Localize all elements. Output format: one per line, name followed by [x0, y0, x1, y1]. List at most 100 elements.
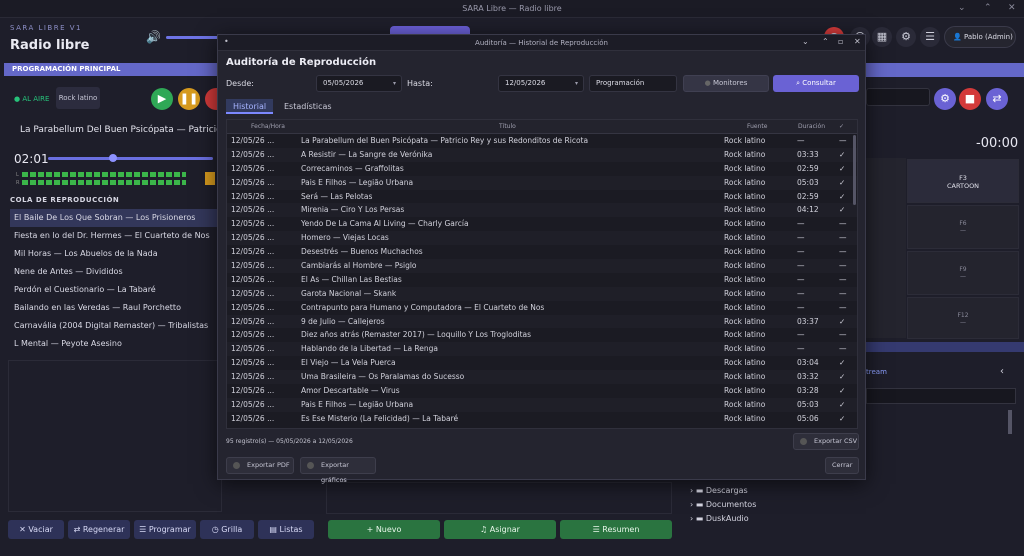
queue-item[interactable]: Perdón el Cuestionario — La Tabaré: [10, 281, 222, 299]
table-row[interactable]: 12/05/26 ... Contrapunto para Humano y Co…: [227, 301, 857, 315]
clear-button[interactable]: ✕ Vaciar: [8, 520, 64, 539]
table-row[interactable]: 12/05/26 ... Será — Las Pelotas Rock latin…: [227, 190, 857, 204]
table-row[interactable]: 12/05/26 ... Desestrés — Buenos Muchachos…: [227, 245, 857, 259]
dialog-close-icon[interactable]: ✕: [854, 37, 861, 46]
gear-icon[interactable]: ⚙: [896, 27, 916, 47]
table-row[interactable]: 12/05/26 ... Pais E Filhos — Legião Urban…: [227, 175, 857, 190]
assign-button[interactable]: ♫ Asignar: [444, 520, 556, 539]
query-button[interactable]: ⌕ Consultar: [773, 75, 859, 92]
queue-item[interactable]: Nene de Antes — Divididos: [10, 263, 222, 281]
volume-icon[interactable]: 🔊: [146, 30, 161, 44]
queue-item[interactable]: Mil Horas — Los Abuelos de la Nada: [10, 245, 222, 263]
queue-item[interactable]: El Baile De Los Que Sobran — Los Prision…: [10, 209, 222, 227]
stop-button[interactable]: [205, 88, 217, 110]
export-graphs-button[interactable]: Exportar gráficos: [300, 457, 376, 484]
cell-source: Rock latino: [724, 233, 766, 243]
cell-datetime: 12/05/26 ...: [231, 386, 275, 396]
col-title[interactable]: Título: [499, 120, 516, 134]
cell-duration: —: [797, 330, 805, 340]
summary-button[interactable]: ☰ Resumen: [560, 520, 672, 539]
dialog-maximize-icon[interactable]: ▫: [838, 37, 843, 46]
schedule-button[interactable]: ☰ Programar: [134, 520, 196, 539]
queue-item[interactable]: Carnavália (2004 Digital Remaster) — Tri…: [10, 317, 222, 335]
new-button[interactable]: + Nuevo: [328, 520, 440, 539]
genre-badge[interactable]: Rock latino: [56, 87, 100, 109]
table-row[interactable]: 12/05/26 ... El As — Chillan Las Bestias R…: [227, 273, 857, 287]
fkey-f6[interactable]: F6—: [907, 205, 1019, 249]
stop-right-button[interactable]: ■: [959, 88, 981, 110]
table-row[interactable]: 12/05/26 ... Garota Nacional — Skank Rock …: [227, 286, 857, 301]
volume-slider[interactable]: [166, 36, 218, 39]
queue-item[interactable]: L Mental — Peyote Asesino: [10, 335, 222, 353]
export-pdf-button[interactable]: Exportar PDF: [226, 457, 294, 474]
monitors-toggle[interactable]: ● Monitores: [683, 75, 769, 92]
regenerate-button[interactable]: ⇄ Regenerar: [68, 520, 130, 539]
maximize-icon[interactable]: ⌃: [984, 3, 992, 13]
right-section-bar: [866, 63, 1024, 77]
chevron-left-icon[interactable]: ‹: [1000, 366, 1004, 377]
table-row[interactable]: 12/05/26 ... Diez años atrás (Remaster 20…: [227, 328, 857, 342]
col-duration[interactable]: Duración: [798, 120, 825, 134]
queue-item[interactable]: Bailando en las Veredas — Raul Porchetto: [10, 299, 222, 317]
tree-item-documents[interactable]: › ▬ Documentos: [690, 500, 756, 509]
user-menu[interactable]: 👤 Pablo (Admin): [944, 26, 1016, 48]
table-scrollbar[interactable]: [853, 135, 856, 205]
table-row[interactable]: 12/05/26 ... A Resistir — La Sangre de Ve…: [227, 147, 857, 162]
dialog-restore-icon[interactable]: ⌃: [822, 37, 829, 46]
table-row[interactable]: 12/05/26 ... Cambiarás al Hombre — Psiglo…: [227, 259, 857, 273]
play-button[interactable]: ▶: [151, 88, 173, 110]
queue-item[interactable]: Fiesta en lo del Dr. Hermes — El Cuartet…: [10, 227, 222, 245]
close-button[interactable]: Cerrar: [825, 457, 859, 474]
cell-duration: 05:03: [797, 399, 819, 409]
table-row[interactable]: 12/05/26 ... Es Ese Misterio (La Felicida…: [227, 412, 857, 426]
swap-button[interactable]: ⇄: [986, 88, 1008, 110]
fkey-f3[interactable]: F3 CARTOON: [907, 159, 1019, 203]
from-date-field[interactable]: 05/05/2026 ▾: [316, 75, 402, 92]
minimize-icon[interactable]: ⌄: [958, 3, 966, 13]
tree-item-downloads[interactable]: › ▬ Descargas: [690, 486, 748, 495]
col-datetime[interactable]: Fecha/Hora: [251, 120, 285, 134]
table-row[interactable]: 12/05/26 ... 9 de Julio — Callejeros Rock …: [227, 314, 857, 329]
table-row[interactable]: 12/05/26 ... Hablando de la Libertad — La…: [227, 342, 857, 357]
right-search-field[interactable]: [866, 88, 930, 106]
tree-item-duskaudio[interactable]: › ▬ DuskAudio: [690, 514, 749, 523]
fkey-f12[interactable]: F12—: [907, 297, 1019, 339]
table-row[interactable]: 12/05/26 ... La Parabellum del Buen Psicó…: [227, 134, 857, 148]
table-row[interactable]: 12/05/26 ... El Viejo — La Vela Puerca Roc…: [227, 356, 857, 370]
lists-button[interactable]: ▤ Listas: [258, 520, 314, 539]
pause-button[interactable]: ❚❚: [178, 88, 200, 110]
table-row[interactable]: 12/05/26 ... Mirenia — Ciro Y Los Persas R…: [227, 203, 857, 218]
table-row[interactable]: 12/05/26 ... Yendo De La Cama Al Living —…: [227, 217, 857, 231]
col-check[interactable]: ✓: [839, 120, 844, 134]
table-row[interactable]: 12/05/26 ... Uma Brasileira — Os Paralama…: [227, 370, 857, 385]
cell-title: Uma Brasileira — Os Paralamas do Sucesso: [301, 372, 465, 382]
fkey-f6-key: F6: [959, 220, 967, 227]
grid-icon[interactable]: ▦: [872, 27, 892, 47]
tab-statistics[interactable]: Estadísticas: [277, 99, 339, 114]
fkey-f9[interactable]: F9—: [907, 251, 1019, 295]
right-scrollbar[interactable]: [1008, 410, 1012, 434]
auto-button[interactable]: ⚙: [934, 88, 956, 110]
log-icon[interactable]: ☰: [920, 27, 940, 47]
cell-duration: 03:32: [797, 372, 819, 382]
to-date-field[interactable]: 12/05/2026 ▾: [498, 75, 584, 92]
dialog-menu-icon[interactable]: •: [224, 37, 229, 46]
cell-title: Contrapunto para Humano y Computadora — …: [301, 302, 545, 312]
table-row[interactable]: 12/05/26 ... Pais E Filhos — Legião Urban…: [227, 397, 857, 412]
progress-handle[interactable]: [109, 154, 117, 162]
stream-tab[interactable]: tream: [866, 364, 896, 380]
tab-history[interactable]: Historial: [226, 99, 274, 114]
export-csv-button[interactable]: Exportar CSV: [793, 433, 859, 450]
table-row[interactable]: 12/05/26 ... Amor Descartable — Virus Rock…: [227, 384, 857, 398]
grid-button[interactable]: ◷ Grilla: [200, 520, 254, 539]
table-row[interactable]: 12/05/26 ... Homero — Viejas Locas Rock la…: [227, 231, 857, 246]
right-path-field[interactable]: [866, 388, 1016, 404]
table-row[interactable]: 12/05/26 ... Correcaminos — Graffolitas Ro…: [227, 162, 857, 176]
cell-status: ✓: [839, 413, 846, 423]
close-icon[interactable]: ✕: [1008, 3, 1016, 13]
track-progress[interactable]: [48, 157, 213, 160]
dialog-minimize-icon[interactable]: ⌄: [802, 37, 809, 46]
type-select[interactable]: Programación: [589, 75, 677, 92]
pause-icon: ❚❚: [179, 92, 199, 105]
col-source[interactable]: Fuente: [747, 120, 767, 134]
